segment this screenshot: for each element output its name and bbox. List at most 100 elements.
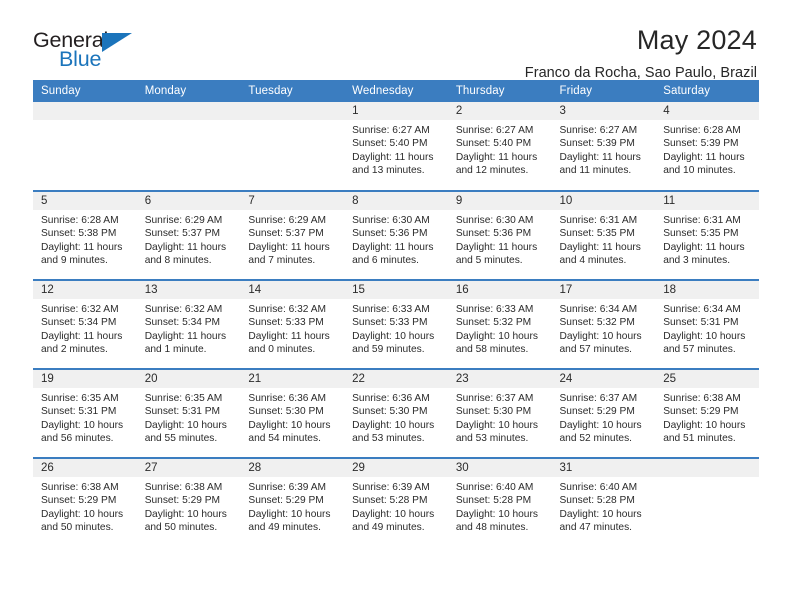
daylight-text-line1: Daylight: 11 hours xyxy=(144,241,227,253)
daylight-text-line1: Daylight: 11 hours xyxy=(41,330,123,342)
daylight-text-line2: and 51 minutes. xyxy=(663,433,736,445)
calendar-day-cell[interactable]: 9 Sunrise: 6:30 AM Sunset: 5:36 PM Daylight… xyxy=(447,190,552,280)
daylight-text-line2: and 50 minutes. xyxy=(41,522,114,534)
weekday-header-thursday: Thursday xyxy=(447,80,552,102)
day-number xyxy=(136,102,241,120)
day-details: Sunrise: 6:36 AM Sunset: 5:30 PM Daylight:… xyxy=(240,388,344,446)
day-number: 11 xyxy=(655,192,759,210)
weekday-header-monday: Monday xyxy=(136,80,241,102)
daylight-text-line2: and 0 minutes. xyxy=(248,344,316,356)
sunset-text: Sunset: 5:29 PM xyxy=(663,406,739,418)
calendar-cell-empty xyxy=(655,457,759,547)
calendar-day-cell[interactable]: 8 Sunrise: 6:30 AM Sunset: 5:36 PM Daylight… xyxy=(344,190,448,280)
day-details: Sunrise: 6:39 AM Sunset: 5:29 PM Daylight:… xyxy=(240,477,344,535)
weekday-header-wednesday: Wednesday xyxy=(344,80,448,102)
calendar-day-cell[interactable]: 4 Sunrise: 6:28 AM Sunset: 5:39 PM Daylight… xyxy=(655,102,759,191)
sunset-text: Sunset: 5:35 PM xyxy=(663,228,739,240)
calendar-day-cell[interactable]: 18 Sunrise: 6:34 AM Sunset: 5:31 PM Dayligh… xyxy=(655,279,759,369)
calendar-day-cell[interactable]: 12 Sunrise: 6:32 AM Sunset: 5:34 PM Dayligh… xyxy=(33,279,137,369)
sunset-text: Sunset: 5:28 PM xyxy=(559,495,635,507)
day-details: Sunrise: 6:27 AM Sunset: 5:39 PM Daylight:… xyxy=(552,120,656,178)
sunset-text: Sunset: 5:33 PM xyxy=(352,317,428,329)
sunset-text: Sunset: 5:29 PM xyxy=(559,406,635,418)
sunset-text: Sunset: 5:40 PM xyxy=(352,138,428,150)
general-blue-logo[interactable]: General Blue xyxy=(33,26,148,74)
day-details: Sunrise: 6:39 AM Sunset: 5:28 PM Daylight:… xyxy=(344,477,448,535)
calendar-day-cell[interactable]: 19 Sunrise: 6:35 AM Sunset: 5:31 PM Dayligh… xyxy=(33,368,137,458)
calendar-day-cell[interactable]: 16 Sunrise: 6:33 AM Sunset: 5:32 PM Dayligh… xyxy=(447,279,552,369)
calendar-day-cell[interactable]: 28 Sunrise: 6:39 AM Sunset: 5:29 PM Dayligh… xyxy=(240,457,345,547)
calendar-day-cell[interactable]: 11 Sunrise: 6:31 AM Sunset: 5:35 PM Dayligh… xyxy=(655,190,759,280)
calendar-day-cell[interactable]: 7 Sunrise: 6:29 AM Sunset: 5:37 PM Daylight… xyxy=(240,190,345,280)
calendar-day-cell[interactable]: 5 Sunrise: 6:28 AM Sunset: 5:38 PM Daylight… xyxy=(33,190,137,280)
day-number: 12 xyxy=(33,281,137,299)
calendar-day-cell[interactable]: 21 Sunrise: 6:36 AM Sunset: 5:30 PM Dayligh… xyxy=(240,368,345,458)
daylight-text-line1: Daylight: 10 hours xyxy=(559,330,642,342)
calendar-day-cell[interactable]: 27 Sunrise: 6:38 AM Sunset: 5:29 PM Dayligh… xyxy=(136,457,241,547)
calendar-day-cell[interactable]: 25 Sunrise: 6:38 AM Sunset: 5:29 PM Dayligh… xyxy=(655,368,759,458)
calendar-day-cell[interactable]: 13 Sunrise: 6:32 AM Sunset: 5:34 PM Dayligh… xyxy=(136,279,241,369)
day-number: 15 xyxy=(344,281,448,299)
daylight-text-line2: and 53 minutes. xyxy=(455,433,529,445)
sunset-text: Sunset: 5:31 PM xyxy=(144,406,221,418)
day-details: Sunrise: 6:35 AM Sunset: 5:31 PM Daylight:… xyxy=(33,388,137,446)
calendar-day-cell[interactable]: 15 Sunrise: 6:33 AM Sunset: 5:33 PM Dayligh… xyxy=(344,279,448,369)
daylight-text-line1: Daylight: 11 hours xyxy=(559,241,641,253)
calendar-day-cell[interactable]: 14 Sunrise: 6:32 AM Sunset: 5:33 PM Dayligh… xyxy=(240,279,345,369)
calendar-day-cell[interactable]: 26 Sunrise: 6:38 AM Sunset: 5:29 PM Dayligh… xyxy=(33,457,137,547)
calendar-day-cell[interactable]: 29 Sunrise: 6:39 AM Sunset: 5:28 PM Dayligh… xyxy=(344,457,448,547)
calendar-day-cell[interactable]: 22 Sunrise: 6:36 AM Sunset: 5:30 PM Dayligh… xyxy=(344,368,448,458)
daylight-text-line1: Daylight: 11 hours xyxy=(663,151,745,163)
daylight-text-line2: and 55 minutes. xyxy=(144,433,218,445)
calendar-day-cell[interactable]: 17 Sunrise: 6:34 AM Sunset: 5:32 PM Dayligh… xyxy=(551,279,656,369)
day-details: Sunrise: 6:32 AM Sunset: 5:34 PM Daylight:… xyxy=(33,299,137,357)
calendar-day-cell[interactable]: 1 Sunrise: 6:27 AM Sunset: 5:40 PM Daylight… xyxy=(344,102,448,191)
day-number: 25 xyxy=(655,370,759,388)
sunrise-text: Sunrise: 6:36 AM xyxy=(352,393,430,404)
sunrise-text: Sunrise: 6:32 AM xyxy=(144,304,223,315)
day-number: 18 xyxy=(655,281,759,299)
day-details: Sunrise: 6:30 AM Sunset: 5:36 PM Daylight:… xyxy=(344,210,448,268)
day-details: Sunrise: 6:28 AM Sunset: 5:38 PM Daylight:… xyxy=(33,210,137,268)
calendar-day-cell[interactable]: 31 Sunrise: 6:40 AM Sunset: 5:28 PM Dayligh… xyxy=(551,457,656,547)
calendar-page: General Blue May 2024 Franco da Rocha, S… xyxy=(0,0,792,612)
day-number: 23 xyxy=(447,370,552,388)
calendar-day-cell[interactable]: 10 Sunrise: 6:31 AM Sunset: 5:35 PM Dayligh… xyxy=(551,190,656,280)
sunset-text: Sunset: 5:38 PM xyxy=(41,228,117,240)
calendar-cell-empty xyxy=(136,102,241,191)
calendar-container: Sunday Monday Tuesday Wednesday Thursday Frid… xyxy=(33,80,759,547)
sunset-text: Sunset: 5:36 PM xyxy=(455,228,532,240)
sunset-text: Sunset: 5:29 PM xyxy=(248,495,324,507)
daylight-text-line2: and 9 minutes. xyxy=(41,255,108,267)
calendar-day-cell[interactable]: 20 Sunrise: 6:35 AM Sunset: 5:31 PM Dayligh… xyxy=(136,368,241,458)
calendar-day-cell[interactable]: 24 Sunrise: 6:37 AM Sunset: 5:29 PM Dayligh… xyxy=(551,368,656,458)
daylight-text-line2: and 10 minutes. xyxy=(663,165,736,177)
daylight-text-line1: Daylight: 11 hours xyxy=(248,330,330,342)
calendar-day-cell[interactable]: 30 Sunrise: 6:40 AM Sunset: 5:28 PM Dayligh… xyxy=(447,457,552,547)
daylight-text-line1: Daylight: 10 hours xyxy=(559,508,642,520)
day-number: 29 xyxy=(344,459,448,477)
sunrise-text: Sunrise: 6:27 AM xyxy=(352,125,430,136)
calendar-day-cell[interactable]: 6 Sunrise: 6:29 AM Sunset: 5:37 PM Daylight… xyxy=(136,190,241,280)
calendar-day-cell[interactable]: 2 Sunrise: 6:27 AM Sunset: 5:40 PM Daylight… xyxy=(447,102,552,191)
sunset-text: Sunset: 5:30 PM xyxy=(248,406,324,418)
daylight-text-line2: and 57 minutes. xyxy=(559,344,633,356)
calendar-day-cell[interactable]: 3 Sunrise: 6:27 AM Sunset: 5:39 PM Daylight… xyxy=(551,102,656,191)
day-details: Sunrise: 6:33 AM Sunset: 5:32 PM Daylight:… xyxy=(448,299,552,357)
daylight-text-line2: and 8 minutes. xyxy=(144,255,212,267)
daylight-text-line1: Daylight: 11 hours xyxy=(41,241,123,253)
sunset-text: Sunset: 5:30 PM xyxy=(455,406,532,418)
sunrise-text: Sunrise: 6:40 AM xyxy=(559,482,638,493)
calendar-week-row: 12 Sunrise: 6:32 AM Sunset: 5:34 PM Dayligh… xyxy=(33,279,759,369)
day-number: 4 xyxy=(655,102,759,120)
day-number: 30 xyxy=(447,459,552,477)
daylight-text-line2: and 57 minutes. xyxy=(663,344,736,356)
calendar-week-row: 1 Sunrise: 6:27 AM Sunset: 5:40 PM Daylight… xyxy=(33,102,759,191)
daylight-text-line2: and 58 minutes. xyxy=(455,344,529,356)
calendar-day-cell[interactable]: 23 Sunrise: 6:37 AM Sunset: 5:30 PM Dayligh… xyxy=(447,368,552,458)
daylight-text-line1: Daylight: 11 hours xyxy=(559,151,641,163)
sunrise-text: Sunrise: 6:38 AM xyxy=(663,393,741,404)
daylight-text-line2: and 50 minutes. xyxy=(144,522,218,534)
day-number: 24 xyxy=(551,370,656,388)
day-details: Sunrise: 6:32 AM Sunset: 5:34 PM Daylight:… xyxy=(137,299,241,357)
